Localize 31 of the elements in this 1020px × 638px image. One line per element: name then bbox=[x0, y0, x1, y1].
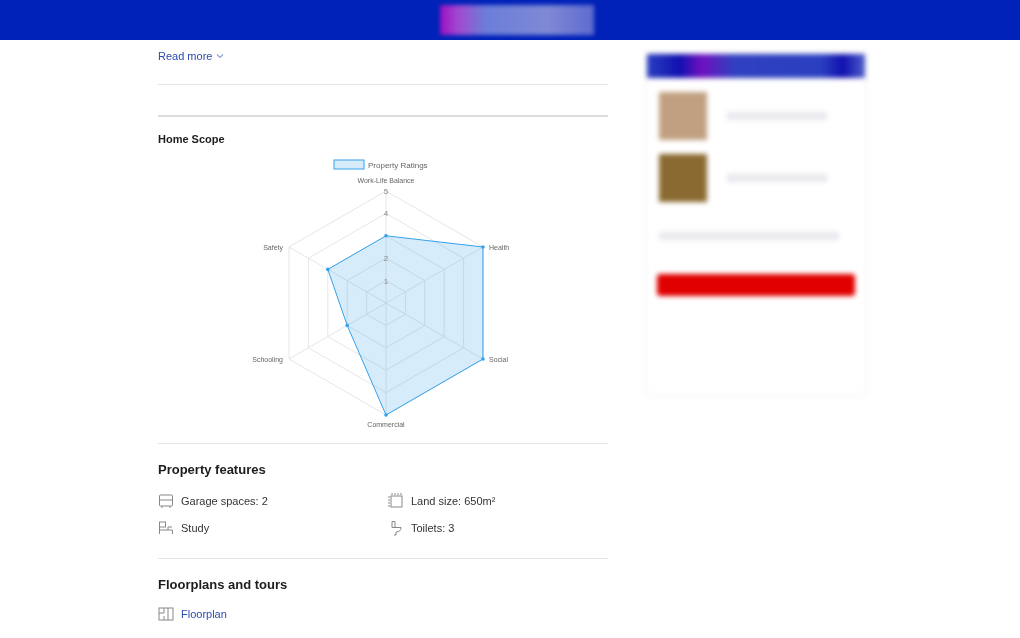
desk-chair-icon bbox=[158, 520, 174, 536]
floorplan-icon bbox=[158, 607, 174, 621]
chevron-down-icon bbox=[216, 53, 225, 59]
legend-swatch[interactable] bbox=[333, 159, 365, 170]
section-heading: Home Scope bbox=[158, 132, 226, 145]
data-point bbox=[384, 413, 388, 417]
data-point bbox=[384, 234, 388, 238]
ad-button[interactable] bbox=[657, 274, 855, 296]
feature-label: Study bbox=[181, 522, 210, 534]
tick-label: 2 bbox=[383, 254, 389, 264]
feature-label: Toilets: 3 bbox=[411, 522, 455, 534]
photo-placeholder bbox=[659, 92, 707, 140]
data-point bbox=[481, 357, 485, 361]
section-heading: Property features bbox=[158, 462, 267, 477]
feature-label: Land size: 650m² bbox=[411, 495, 496, 507]
photo-placeholder bbox=[659, 154, 707, 202]
data-point bbox=[326, 267, 330, 272]
floorplan-link[interactable]: Floorplan bbox=[181, 608, 227, 620]
read-more-link[interactable]: Read more bbox=[158, 50, 213, 62]
data-point bbox=[345, 323, 349, 328]
toilet-icon bbox=[388, 520, 404, 536]
tick-label: 4 bbox=[383, 209, 389, 219]
land-size-icon bbox=[388, 493, 404, 509]
section-heading: Floorplans and tours bbox=[158, 577, 289, 592]
tick-label: 5 bbox=[383, 187, 389, 196]
data-point bbox=[481, 245, 485, 249]
tick-label: 1 bbox=[383, 276, 389, 286]
garage-icon bbox=[158, 493, 174, 509]
legend-label[interactable]: Property Ratings bbox=[368, 161, 428, 170]
site-logo[interactable] bbox=[440, 5, 594, 35]
feature-label: Garage spaces: 2 bbox=[181, 495, 268, 507]
